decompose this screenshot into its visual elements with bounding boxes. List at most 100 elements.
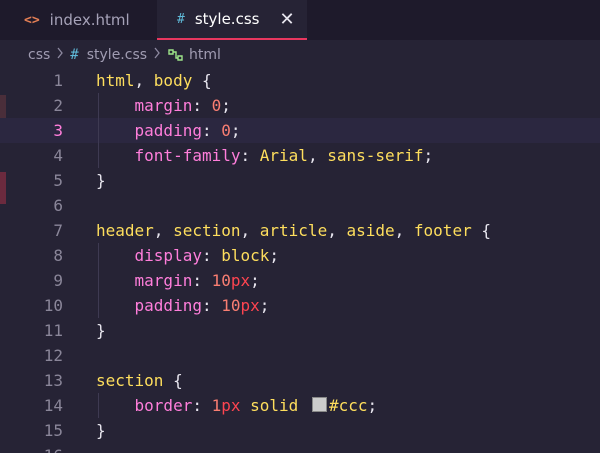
tab-bar: <> index.html # style.css ✕ — [0, 0, 600, 40]
code-token: , — [134, 71, 154, 90]
code-token: section — [173, 221, 241, 240]
code-token: 0 — [221, 121, 231, 140]
code-token: ; — [269, 246, 280, 265]
code-text: } — [96, 318, 106, 343]
indent-guide — [98, 243, 99, 318]
code-token: } — [96, 321, 106, 340]
line-number: 14 — [43, 396, 63, 415]
code-token: 1 — [211, 396, 222, 415]
code-text: } — [96, 418, 106, 443]
chevron-right-icon — [56, 47, 64, 63]
code-line[interactable]: 2 margin: 0; — [0, 93, 600, 118]
code-line[interactable]: 1 html, body { — [0, 68, 600, 93]
line-number: 6 — [53, 196, 63, 215]
code-token: : — [192, 271, 212, 290]
code-token: 10 — [221, 296, 241, 315]
line-number: 4 — [53, 146, 63, 165]
code-token: , — [327, 221, 347, 240]
code-line[interactable]: 11} — [0, 318, 600, 343]
code-token: body — [153, 71, 193, 90]
code-token: ; — [367, 396, 378, 415]
tab-label: index.html — [49, 11, 130, 29]
code-token: , — [153, 221, 174, 240]
code-token: ; — [259, 296, 270, 315]
code-token: : — [192, 96, 212, 115]
code-token: : — [201, 121, 222, 140]
code-line[interactable]: 15} — [0, 418, 600, 443]
code-line[interactable]: 10 padding: 10px; — [0, 293, 600, 318]
code-token: footer — [413, 221, 472, 240]
line-number: 5 — [53, 171, 63, 190]
line-number: 11 — [43, 321, 63, 340]
code-line[interactable]: 7 header, section, article, aside, footer… — [0, 218, 600, 243]
line-number: 1 — [53, 71, 63, 90]
breadcrumb-symbol[interactable]: html — [189, 47, 221, 63]
code-editor[interactable]: 1 html, body {2 margin: 0; 3 padding: 0; 4 … — [0, 68, 600, 453]
code-token: padding — [134, 121, 202, 140]
code-token: margin — [134, 96, 193, 115]
breadcrumb: css # style.css html — [0, 43, 600, 67]
code-token: sans-serif — [327, 146, 424, 165]
code-text: header, section, article, aside, footer … — [96, 218, 491, 243]
code-line[interactable]: 14 border: 1px solid #ccc; — [0, 393, 600, 418]
code-token: margin — [134, 271, 193, 290]
line-number: 3 — [53, 121, 63, 140]
code-token: html — [96, 71, 135, 90]
code-text: margin: 0; — [96, 93, 231, 118]
line-number: 2 — [53, 96, 63, 115]
code-token: aside — [346, 221, 395, 240]
code-text: html, body { — [96, 68, 212, 93]
code-token: : — [192, 396, 212, 415]
tab-index-html[interactable]: <> index.html — [0, 0, 157, 40]
code-line[interactable]: 8 display: block; — [0, 243, 600, 268]
code-line[interactable]: 9 margin: 10px; — [0, 268, 600, 293]
color-swatch[interactable] — [311, 397, 327, 412]
code-line[interactable]: 4 font-family: Arial, sans-serif; — [0, 143, 600, 168]
code-token: block — [221, 246, 270, 265]
breadcrumb-folder[interactable]: css — [28, 47, 50, 63]
code-token: , — [394, 221, 414, 240]
code-token: } — [96, 171, 106, 190]
tab-style-css[interactable]: # style.css ✕ — [157, 0, 307, 40]
line-number: 16 — [0, 443, 63, 453]
code-token: : — [201, 246, 222, 265]
code-token: solid — [250, 396, 299, 415]
breadcrumb-file[interactable]: style.css — [87, 47, 147, 63]
code-text: display: block; — [96, 243, 280, 268]
indent-guide — [98, 93, 99, 168]
code-token: display — [134, 246, 202, 265]
code-token: , — [307, 146, 328, 165]
line-number: 15 — [43, 421, 63, 440]
line-number: 10 — [43, 296, 63, 315]
tab-label: style.css — [194, 10, 260, 28]
code-token: article — [259, 221, 328, 240]
code-text: margin: 10px; — [96, 268, 260, 293]
code-line[interactable]: 12 — [0, 343, 600, 368]
code-token: padding — [134, 296, 202, 315]
code-line[interactable]: 13 section { — [0, 368, 600, 393]
code-token: Arial — [259, 146, 308, 165]
code-line[interactable]: 5} — [0, 168, 600, 193]
editor-window: <> index.html # style.css ✕ css # style.… — [0, 0, 600, 453]
code-line[interactable]: 16 — [0, 443, 600, 453]
line-number: 8 — [53, 246, 63, 265]
close-icon[interactable]: ✕ — [277, 9, 297, 30]
code-text: padding: 0; — [96, 118, 241, 143]
code-token: : — [240, 146, 260, 165]
code-token: 10 — [211, 271, 231, 290]
symbol-structure-icon — [167, 47, 185, 63]
code-token: : — [201, 296, 222, 315]
code-line[interactable]: 6 — [0, 193, 600, 218]
code-token: px — [240, 296, 260, 315]
code-token: px — [230, 271, 251, 290]
code-line[interactable]: 3 padding: 0; — [0, 118, 600, 143]
code-text: } — [96, 168, 106, 193]
code-token: { — [192, 71, 212, 90]
